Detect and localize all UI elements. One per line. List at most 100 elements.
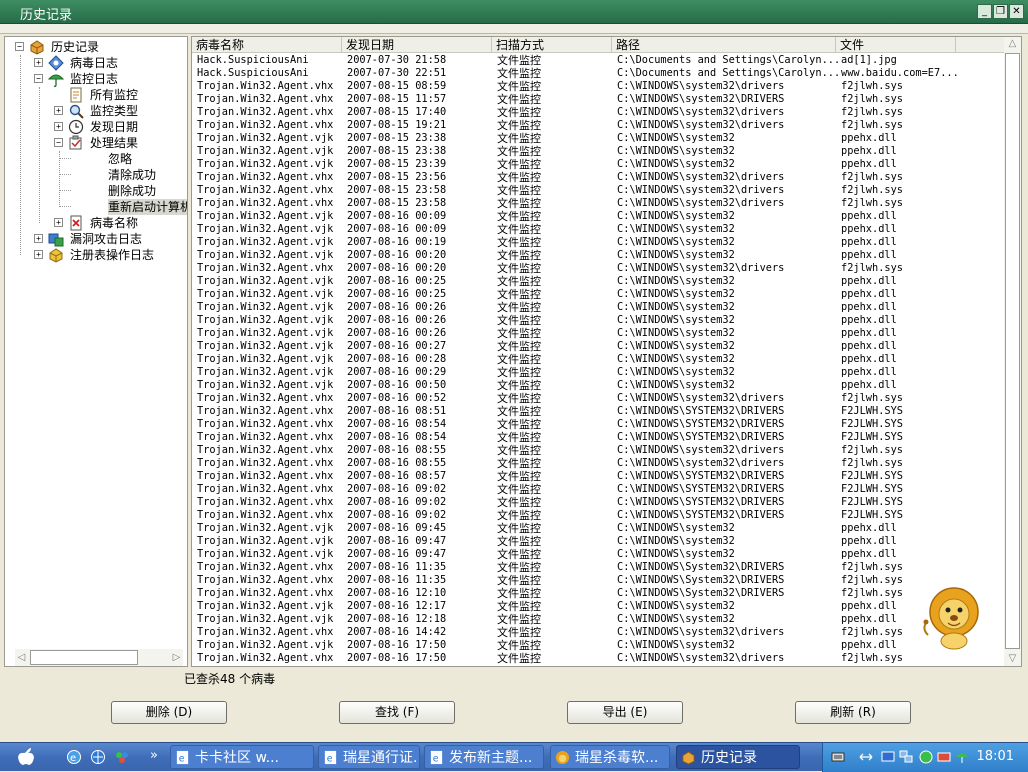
list-vertical-scrollbar[interactable]: △ ▽ bbox=[1004, 37, 1021, 666]
table-row[interactable]: Trojan.Win32.Agent.vhx 2007-08-15 19:21 文件… bbox=[192, 119, 1004, 132]
table-row[interactable]: Trojan.Win32.Agent.vjk 2007-08-16 00:28 文件… bbox=[192, 353, 1004, 366]
column-header-virus-name[interactable]: 病毒名称 bbox=[192, 37, 342, 53]
expand-toggle[interactable]: + bbox=[34, 250, 43, 259]
table-row[interactable]: Trojan.Win32.Agent.vhx 2007-08-16 17:50 文件… bbox=[192, 652, 1004, 665]
expand-toggle[interactable]: + bbox=[34, 234, 43, 243]
scroll-left-icon[interactable]: ◁ bbox=[15, 650, 28, 665]
column-header-date[interactable]: 发现日期 bbox=[342, 37, 492, 53]
table-row[interactable]: Trojan.Win32.Agent.vhx 2007-08-16 00:20 文件… bbox=[192, 262, 1004, 275]
tree-horizontal-scrollbar[interactable]: ◁ ▷ bbox=[15, 649, 183, 666]
table-row[interactable]: Trojan.Win32.Agent.vjk 2007-08-16 00:26 文件… bbox=[192, 301, 1004, 314]
table-row[interactable]: Trojan.Win32.Agent.vhx 2007-08-15 17:40 文件… bbox=[192, 106, 1004, 119]
column-header-scan-mode[interactable]: 扫描方式 bbox=[492, 37, 612, 53]
lion-mascot-icon[interactable] bbox=[920, 585, 988, 651]
table-row[interactable]: Trojan.Win32.Agent.vjk 2007-08-16 00:09 文件… bbox=[192, 210, 1004, 223]
find-button[interactable]: 查找 (F) bbox=[339, 701, 455, 724]
taskbar: e » e 卡卡社区 w... e 瑞星通行证... e 发布新主题... 瑞星… bbox=[0, 742, 1028, 772]
table-row[interactable]: Trojan.Win32.Agent.vhx 2007-08-16 11:35 文件… bbox=[192, 561, 1004, 574]
table-row[interactable]: Trojan.Win32.Agent.vjk 2007-08-16 09:47 文件… bbox=[192, 548, 1004, 561]
cell-date: 2007-08-16 09:45 bbox=[347, 522, 447, 534]
table-row[interactable]: Trojan.Win32.Agent.vjk 2007-08-16 12:17 文件… bbox=[192, 600, 1004, 613]
virus-record-list[interactable]: 病毒名称 发现日期 扫描方式 路径 文件 Hack.SuspiciousAni 2… bbox=[191, 36, 1022, 667]
category-tree[interactable]: − 历史记录 + 病毒日志 − 监控日志 所有监控 + 监控类型 + 发现日期 … bbox=[4, 36, 188, 667]
column-header-path[interactable]: 路径 bbox=[612, 37, 836, 53]
expand-toggle[interactable]: + bbox=[34, 58, 43, 67]
table-row[interactable]: Trojan.Win32.Agent.vhx 2007-08-16 09:02 文件… bbox=[192, 509, 1004, 522]
window-titlebar[interactable]: 历史记录 _ ❐ ✕ bbox=[0, 0, 1028, 24]
table-row[interactable]: Trojan.Win32.Agent.vjk 2007-08-16 00:27 文件… bbox=[192, 340, 1004, 353]
table-row[interactable]: Trojan.Win32.Agent.vjk 2007-08-16 00:25 文件… bbox=[192, 288, 1004, 301]
collapse-toggle[interactable]: − bbox=[15, 42, 24, 51]
table-row[interactable]: Trojan.Win32.Agent.vhx 2007-08-16 08:55 文件… bbox=[192, 444, 1004, 457]
table-row[interactable]: Trojan.Win32.Agent.vjk 2007-08-15 23:38 文件… bbox=[192, 145, 1004, 158]
close-button[interactable]: ✕ bbox=[1009, 4, 1024, 19]
browser-quicklaunch-icon[interactable] bbox=[90, 749, 106, 765]
table-row[interactable]: Trojan.Win32.Agent.vjk 2007-08-16 17:50 文件… bbox=[192, 639, 1004, 652]
table-row[interactable]: Trojan.Win32.Agent.vjk 2007-08-16 00:09 文件… bbox=[192, 223, 1004, 236]
table-row[interactable]: Trojan.Win32.Agent.vhx 2007-08-15 08:59 文件… bbox=[192, 80, 1004, 93]
table-row[interactable]: Trojan.Win32.Agent.vjk 2007-08-16 09:47 文件… bbox=[192, 535, 1004, 548]
table-row[interactable]: Trojan.Win32.Agent.vhx 2007-08-16 09:02 文件… bbox=[192, 496, 1004, 509]
table-row[interactable]: Trojan.Win32.Agent.vhx 2007-08-16 00:52 文件… bbox=[192, 392, 1004, 405]
table-row[interactable]: Trojan.Win32.Agent.vjk 2007-08-16 00:19 文件… bbox=[192, 236, 1004, 249]
table-row[interactable]: Trojan.Win32.Agent.vjk 2007-08-15 23:38 文件… bbox=[192, 132, 1004, 145]
collapse-toggle[interactable]: − bbox=[54, 138, 63, 147]
table-row[interactable]: Trojan.Win32.Agent.vjk 2007-08-16 00:50 文件… bbox=[192, 379, 1004, 392]
green-shield-icon[interactable] bbox=[919, 750, 933, 764]
table-row[interactable]: Trojan.Win32.Agent.vhx 2007-08-16 08:57 文件… bbox=[192, 470, 1004, 483]
monitor-icon[interactable] bbox=[881, 750, 895, 764]
table-row[interactable]: Trojan.Win32.Agent.vjk 2007-08-15 23:39 文件… bbox=[192, 158, 1004, 171]
delete-button[interactable]: 删除 (D) bbox=[111, 701, 227, 724]
table-row[interactable]: Trojan.Win32.Agent.vjk 2007-08-16 00:29 文件… bbox=[192, 366, 1004, 379]
cell-date: 2007-08-16 00:25 bbox=[347, 275, 447, 287]
table-row[interactable]: Trojan.Win32.Agent.vjk 2007-08-16 00:20 文件… bbox=[192, 249, 1004, 262]
restore-button[interactable]: ❐ bbox=[993, 4, 1008, 19]
minimize-button[interactable]: _ bbox=[977, 4, 992, 19]
table-row[interactable]: Hack.SuspiciousAni 2007-07-30 22:51 文件监控 C:… bbox=[192, 67, 1004, 80]
scroll-down-icon[interactable]: ▽ bbox=[1004, 652, 1021, 666]
table-row[interactable]: Trojan.Win32.Agent.vhx 2007-08-16 12:10 文件… bbox=[192, 587, 1004, 600]
taskbar-button-new-topic[interactable]: e 发布新主题... bbox=[424, 745, 544, 769]
scroll-right-icon[interactable]: ▷ bbox=[170, 650, 183, 665]
keyboard-icon[interactable] bbox=[831, 750, 845, 764]
umbrella-tray-icon[interactable] bbox=[955, 750, 969, 764]
taskbar-button-kaka[interactable]: e 卡卡社区 w... bbox=[170, 745, 314, 769]
table-row[interactable]: Trojan.Win32.Agent.vhx 2007-08-15 11:57 文件… bbox=[192, 93, 1004, 106]
table-row[interactable]: Trojan.Win32.Agent.vhx 2007-08-16 09:02 文件… bbox=[192, 483, 1004, 496]
network-arrows-icon[interactable] bbox=[859, 750, 873, 764]
scroll-thumb[interactable] bbox=[1005, 53, 1020, 649]
table-row[interactable]: Trojan.Win32.Agent.vhx 2007-08-16 14:42 文件… bbox=[192, 626, 1004, 639]
table-row[interactable]: Trojan.Win32.Agent.vjk 2007-08-16 00:25 文件… bbox=[192, 275, 1004, 288]
expand-toggle[interactable]: + bbox=[54, 122, 63, 131]
table-row[interactable]: Trojan.Win32.Agent.vjk 2007-08-16 09:45 文件… bbox=[192, 522, 1004, 535]
table-row[interactable]: Trojan.Win32.Agent.vhx 2007-08-16 08:54 文件… bbox=[192, 418, 1004, 431]
expand-toggle[interactable]: + bbox=[54, 218, 63, 227]
export-button[interactable]: 导出 (E) bbox=[567, 701, 683, 724]
table-row[interactable]: Trojan.Win32.Agent.vjk 2007-08-16 00:26 文件… bbox=[192, 327, 1004, 340]
scroll-up-icon[interactable]: △ bbox=[1004, 37, 1021, 51]
start-button[interactable] bbox=[6, 746, 46, 768]
table-row[interactable]: Trojan.Win32.Agent.vhx 2007-08-15 23:58 文件… bbox=[192, 184, 1004, 197]
collapse-toggle[interactable]: − bbox=[34, 74, 43, 83]
taskbar-button-rising-av[interactable]: 瑞星杀毒软... bbox=[550, 745, 670, 769]
table-row[interactable]: Trojan.Win32.Agent.vhx 2007-08-15 23:56 文件… bbox=[192, 171, 1004, 184]
table-row[interactable]: Trojan.Win32.Agent.vhx 2007-08-16 08:55 文件… bbox=[192, 457, 1004, 470]
scroll-thumb[interactable] bbox=[30, 650, 138, 665]
table-row[interactable]: Trojan.Win32.Agent.vhx 2007-08-16 08:51 文件… bbox=[192, 405, 1004, 418]
table-row[interactable]: Trojan.Win32.Agent.vjk 2007-08-16 12:18 文件… bbox=[192, 613, 1004, 626]
expand-toggle[interactable]: + bbox=[54, 106, 63, 115]
network-computer-icon[interactable] bbox=[899, 750, 913, 764]
ie-quicklaunch-icon[interactable]: e bbox=[66, 749, 82, 765]
table-row[interactable]: Trojan.Win32.Agent.vhx 2007-08-15 23:58 文件… bbox=[192, 197, 1004, 210]
taskbar-button-rising-pass[interactable]: e 瑞星通行证... bbox=[318, 745, 420, 769]
taskbar-button-history[interactable]: 历史记录 bbox=[676, 745, 800, 769]
table-row[interactable]: Trojan.Win32.Agent.vjk 2007-08-16 00:26 文件… bbox=[192, 314, 1004, 327]
messenger-quicklaunch-icon[interactable] bbox=[114, 749, 130, 765]
refresh-button[interactable]: 刷新 (R) bbox=[795, 701, 911, 724]
table-row[interactable]: Hack.SuspiciousAni 2007-07-30 21:58 文件监控 C:… bbox=[192, 54, 1004, 67]
column-header-file[interactable]: 文件 bbox=[836, 37, 956, 53]
table-row[interactable]: Trojan.Win32.Agent.vhx 2007-08-16 08:54 文件… bbox=[192, 431, 1004, 444]
table-row[interactable]: Trojan.Win32.Agent.vhx 2007-08-16 11:35 文件… bbox=[192, 574, 1004, 587]
quicklaunch-chevron-icon[interactable]: » bbox=[150, 748, 158, 763]
red-monitor-icon[interactable] bbox=[937, 750, 951, 764]
